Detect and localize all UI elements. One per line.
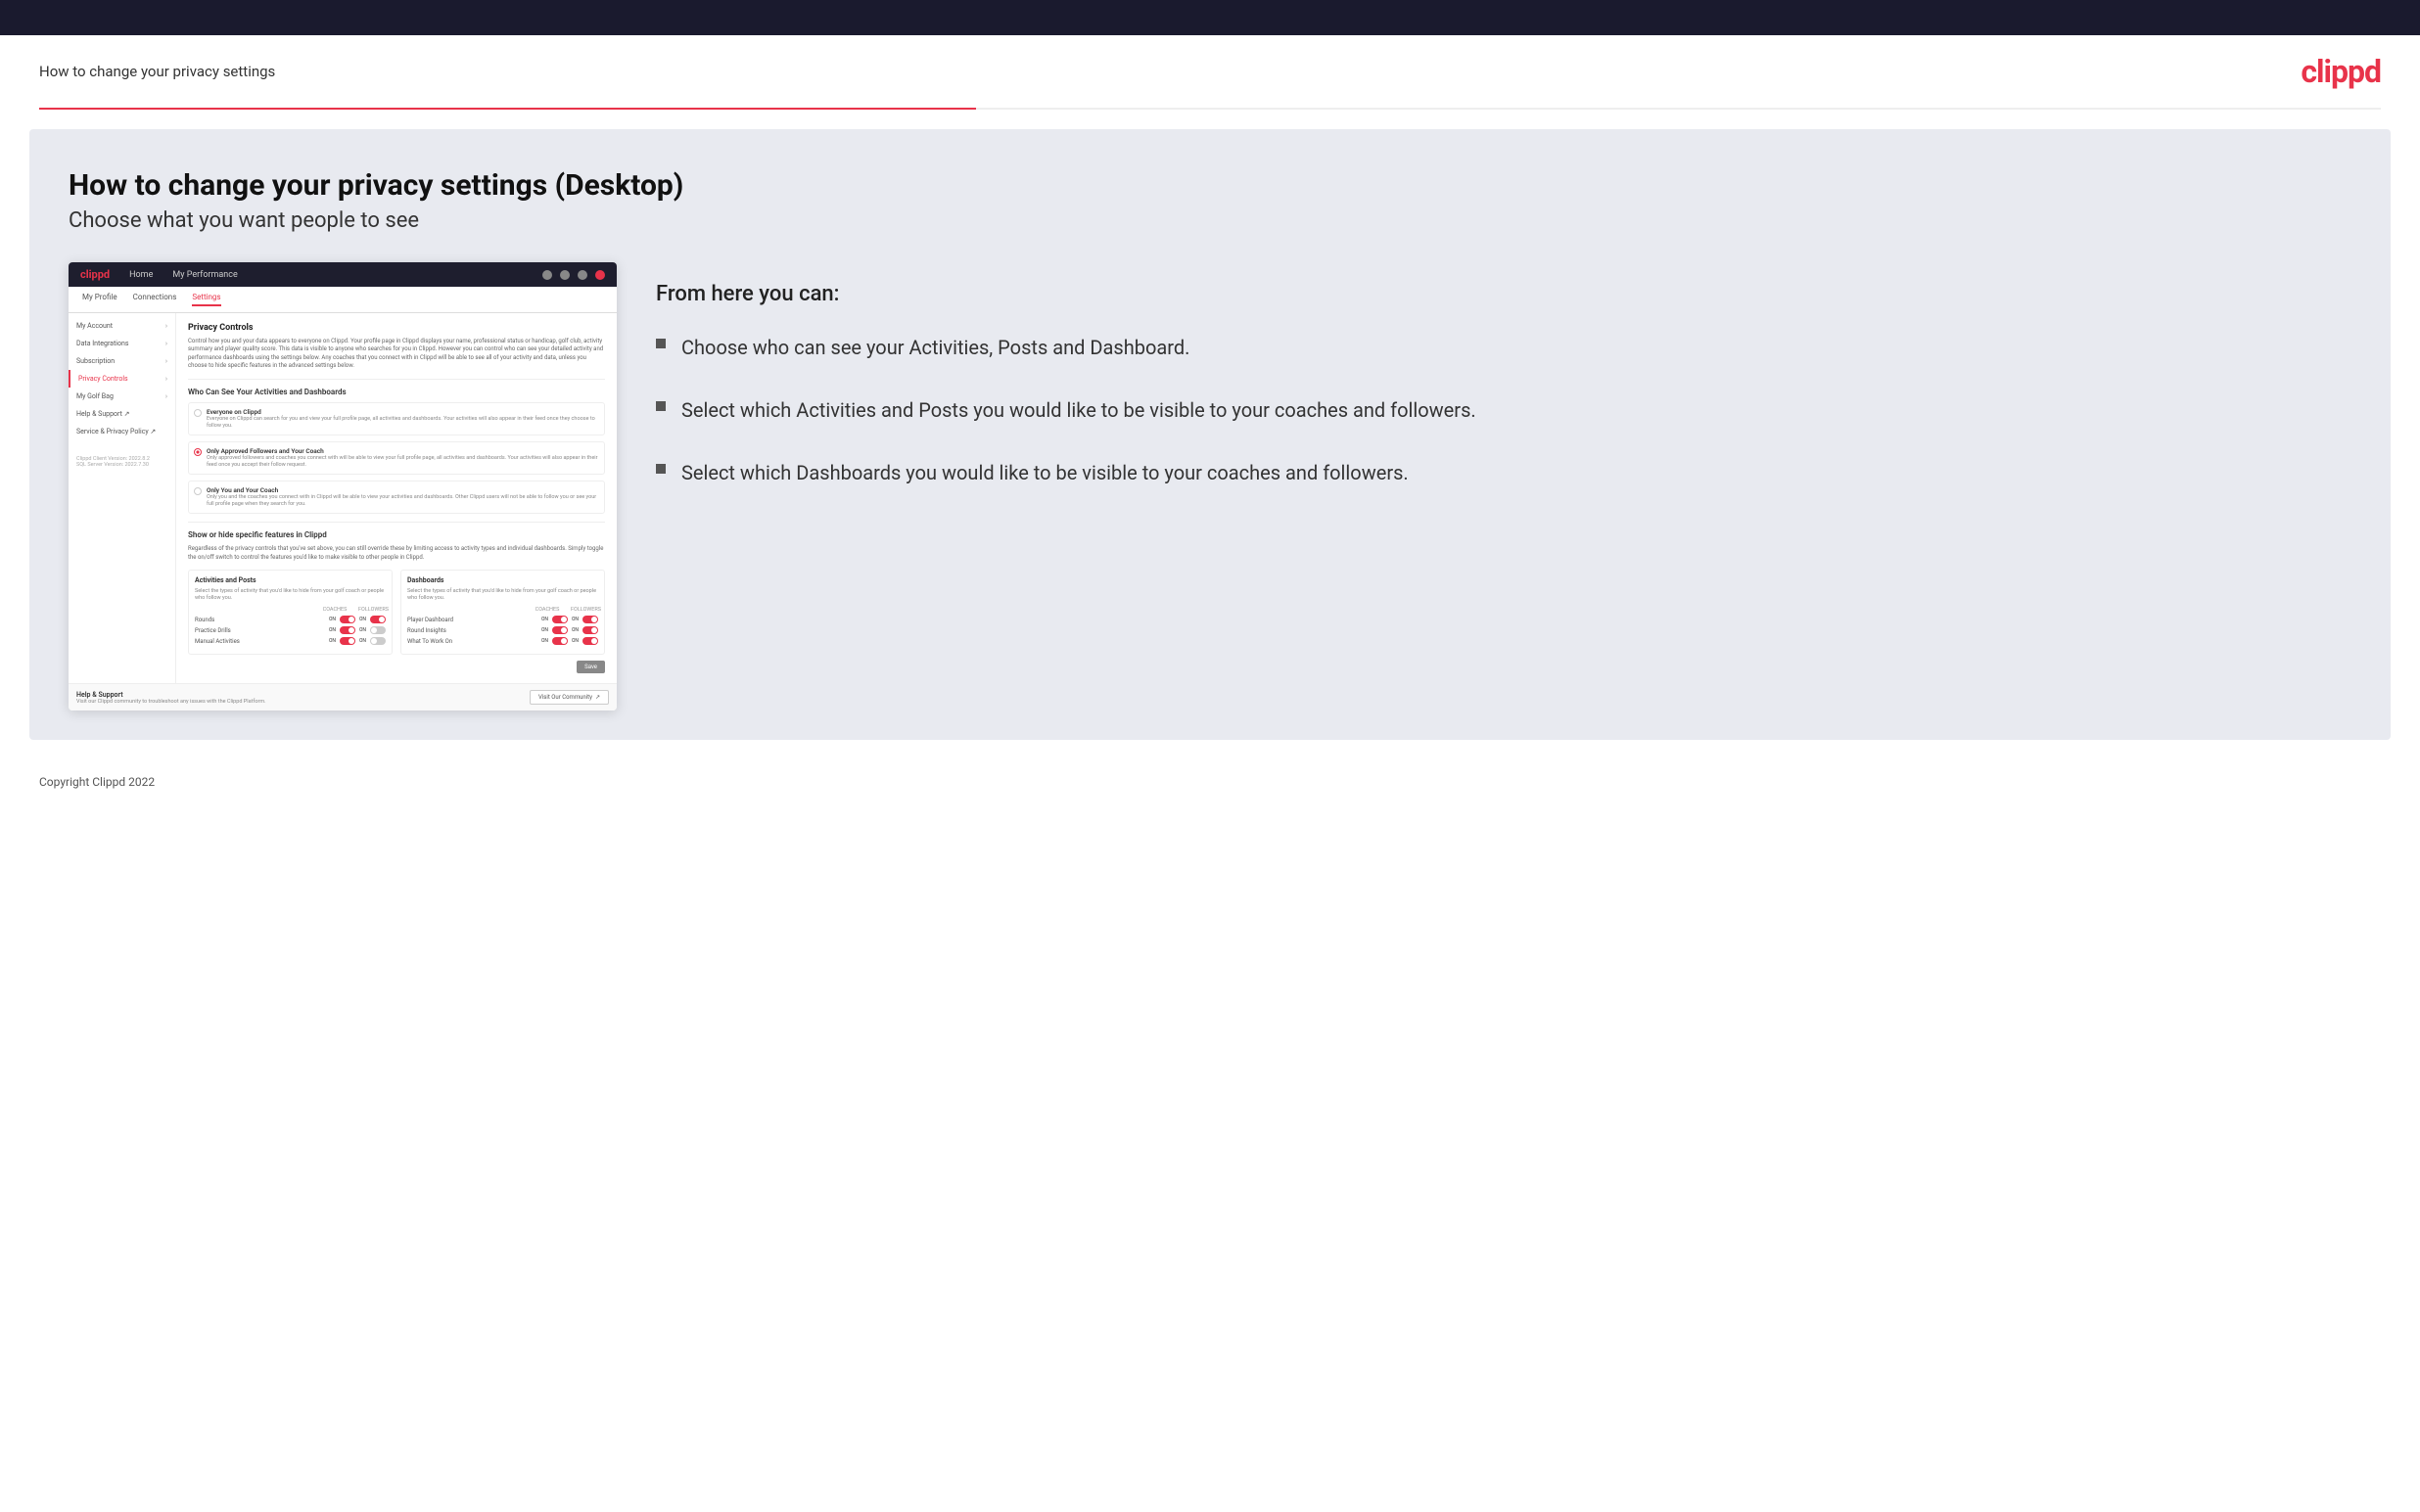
content-columns: clippd Home My Performance My Profile Co… [69, 262, 2351, 710]
from-here-title: From here you can: [656, 282, 2351, 306]
bullet-list: Choose who can see your Activities, Post… [656, 334, 2351, 486]
playerdash-followers-toggle [582, 616, 598, 623]
mockup-nav-home: Home [129, 270, 153, 280]
page-heading: How to change your privacy settings (Des… [69, 168, 2351, 203]
mockup-logo: clippd [80, 268, 110, 281]
visit-community-button[interactable]: Visit Our Community ↗ [530, 690, 609, 705]
toggle-row-round-insights: Round Insights ON ON [407, 626, 598, 634]
toggle-row-manual: Manual Activities ON ON [195, 637, 386, 645]
radio-onlyyou-btn [194, 487, 202, 495]
show-hide-title: Show or hide specific features in Clippd [188, 530, 605, 539]
toggle-row-drills: Practice Drills ON ON [195, 626, 386, 634]
radio-only-you: Only You and Your Coach Only you and the… [188, 481, 605, 514]
rounds-followers-toggle [370, 616, 386, 623]
subnav-settings: Settings [192, 293, 220, 306]
copyright: Copyright Clippd 2022 [39, 775, 155, 789]
save-row: Save [188, 661, 605, 673]
divider-2 [188, 522, 605, 523]
bullet-item-3: Select which Dashboards you would like t… [656, 459, 2351, 486]
subnav-myprofile: My Profile [82, 293, 117, 306]
sidebar-version: Clippd Client Version: 2022.8.2SQL Serve… [69, 450, 175, 474]
playerdash-coaches-toggle [552, 616, 568, 623]
bullet-item-2: Select which Activities and Posts you wo… [656, 396, 2351, 424]
bullet-square-1 [656, 339, 666, 348]
subnav-connections: Connections [133, 293, 177, 306]
mockup-sidebar: My Account› Data Integrations› Subscript… [69, 313, 176, 683]
sidebar-help-support: Help & Support ↗ [69, 405, 175, 423]
divider-1 [188, 379, 605, 380]
help-title: Help & Support [76, 691, 266, 699]
dashboards-panel: Dashboards Select the types of activity … [400, 570, 605, 655]
bullet-text-2: Select which Activities and Posts you wo… [681, 396, 1476, 424]
main-content: How to change your privacy settings (Des… [29, 129, 2391, 740]
top-bar [0, 0, 2420, 35]
external-link-icon: ↗ [595, 694, 600, 701]
sidebar-data-integrations: Data Integrations› [69, 335, 175, 352]
sidebar-privacy-controls: Privacy Controls› [69, 370, 175, 388]
roundinsights-coaches-toggle [552, 626, 568, 634]
bullet-text-3: Select which Dashboards you would like t… [681, 459, 1409, 486]
grid-icon [560, 270, 570, 280]
bullet-square-3 [656, 464, 666, 474]
mockup-main-panel: Privacy Controls Control how you and you… [176, 313, 617, 683]
bell-icon [578, 270, 587, 280]
mockup-subnav: My Profile Connections Settings [69, 287, 617, 313]
bullet-item-1: Choose who can see your Activities, Post… [656, 334, 2351, 361]
roundinsights-followers-toggle [582, 626, 598, 634]
help-section: Help & Support Visit our Clippd communit… [69, 683, 617, 710]
mockup-body: My Account› Data Integrations› Subscript… [69, 313, 617, 683]
save-button[interactable]: Save [577, 661, 605, 673]
search-icon [542, 270, 552, 280]
privacy-controls-title: Privacy Controls [188, 323, 605, 333]
screenshot-mockup: clippd Home My Performance My Profile Co… [69, 262, 617, 710]
right-column: From here you can: Choose who can see yo… [656, 262, 2351, 486]
sidebar-subscription: Subscription› [69, 352, 175, 370]
privacy-controls-desc: Control how you and your data appears to… [188, 338, 605, 371]
radio-approved-followers: Only Approved Followers and Your Coach O… [188, 441, 605, 475]
radio-everyone-btn [194, 409, 202, 417]
avatar-icon [595, 270, 605, 280]
radio-everyone: Everyone on Clippd Everyone on Clippd ca… [188, 402, 605, 435]
activities-panel: Activities and Posts Select the types of… [188, 570, 393, 655]
header-title: How to change your privacy settings [39, 63, 275, 80]
bullet-square-2 [656, 401, 666, 411]
mockup-nav-icons [542, 270, 605, 280]
toggle-row-what-to-work: What To Work On ON ON [407, 637, 598, 645]
bullet-text-1: Choose who can see your Activities, Post… [681, 334, 1189, 361]
mockup-nav: clippd Home My Performance [69, 262, 617, 287]
drills-followers-toggle [370, 626, 386, 634]
toggle-row-player-dashboard: Player Dashboard ON ON [407, 616, 598, 623]
show-hide-desc: Regardless of the privacy controls that … [188, 545, 605, 562]
help-desc: Visit our Clippd community to troublesho… [76, 699, 266, 705]
whattowork-followers-toggle [582, 637, 598, 645]
rounds-coaches-toggle [340, 616, 355, 623]
toggle-row-rounds: Rounds ON ON [195, 616, 386, 623]
mockup-nav-performance: My Performance [172, 270, 237, 280]
whattowork-coaches-toggle [552, 637, 568, 645]
sidebar-privacy-policy: Service & Privacy Policy ↗ [69, 423, 175, 440]
drills-coaches-toggle [340, 626, 355, 634]
logo: clippd [2301, 53, 2381, 90]
sidebar-my-golf-bag: My Golf Bag› [69, 388, 175, 405]
toggle-section: Activities and Posts Select the types of… [188, 570, 605, 655]
footer: Copyright Clippd 2022 [0, 759, 2420, 804]
who-can-see-title: Who Can See Your Activities and Dashboar… [188, 388, 605, 396]
sidebar-my-account: My Account› [69, 317, 175, 335]
radio-approved-btn [194, 448, 202, 456]
header: How to change your privacy settings clip… [0, 35, 2420, 108]
header-divider [39, 108, 2381, 110]
manual-coaches-toggle [340, 637, 355, 645]
manual-followers-toggle [370, 637, 386, 645]
page-subheading: Choose what you want people to see [69, 208, 2351, 233]
radio-group: Everyone on Clippd Everyone on Clippd ca… [188, 402, 605, 515]
